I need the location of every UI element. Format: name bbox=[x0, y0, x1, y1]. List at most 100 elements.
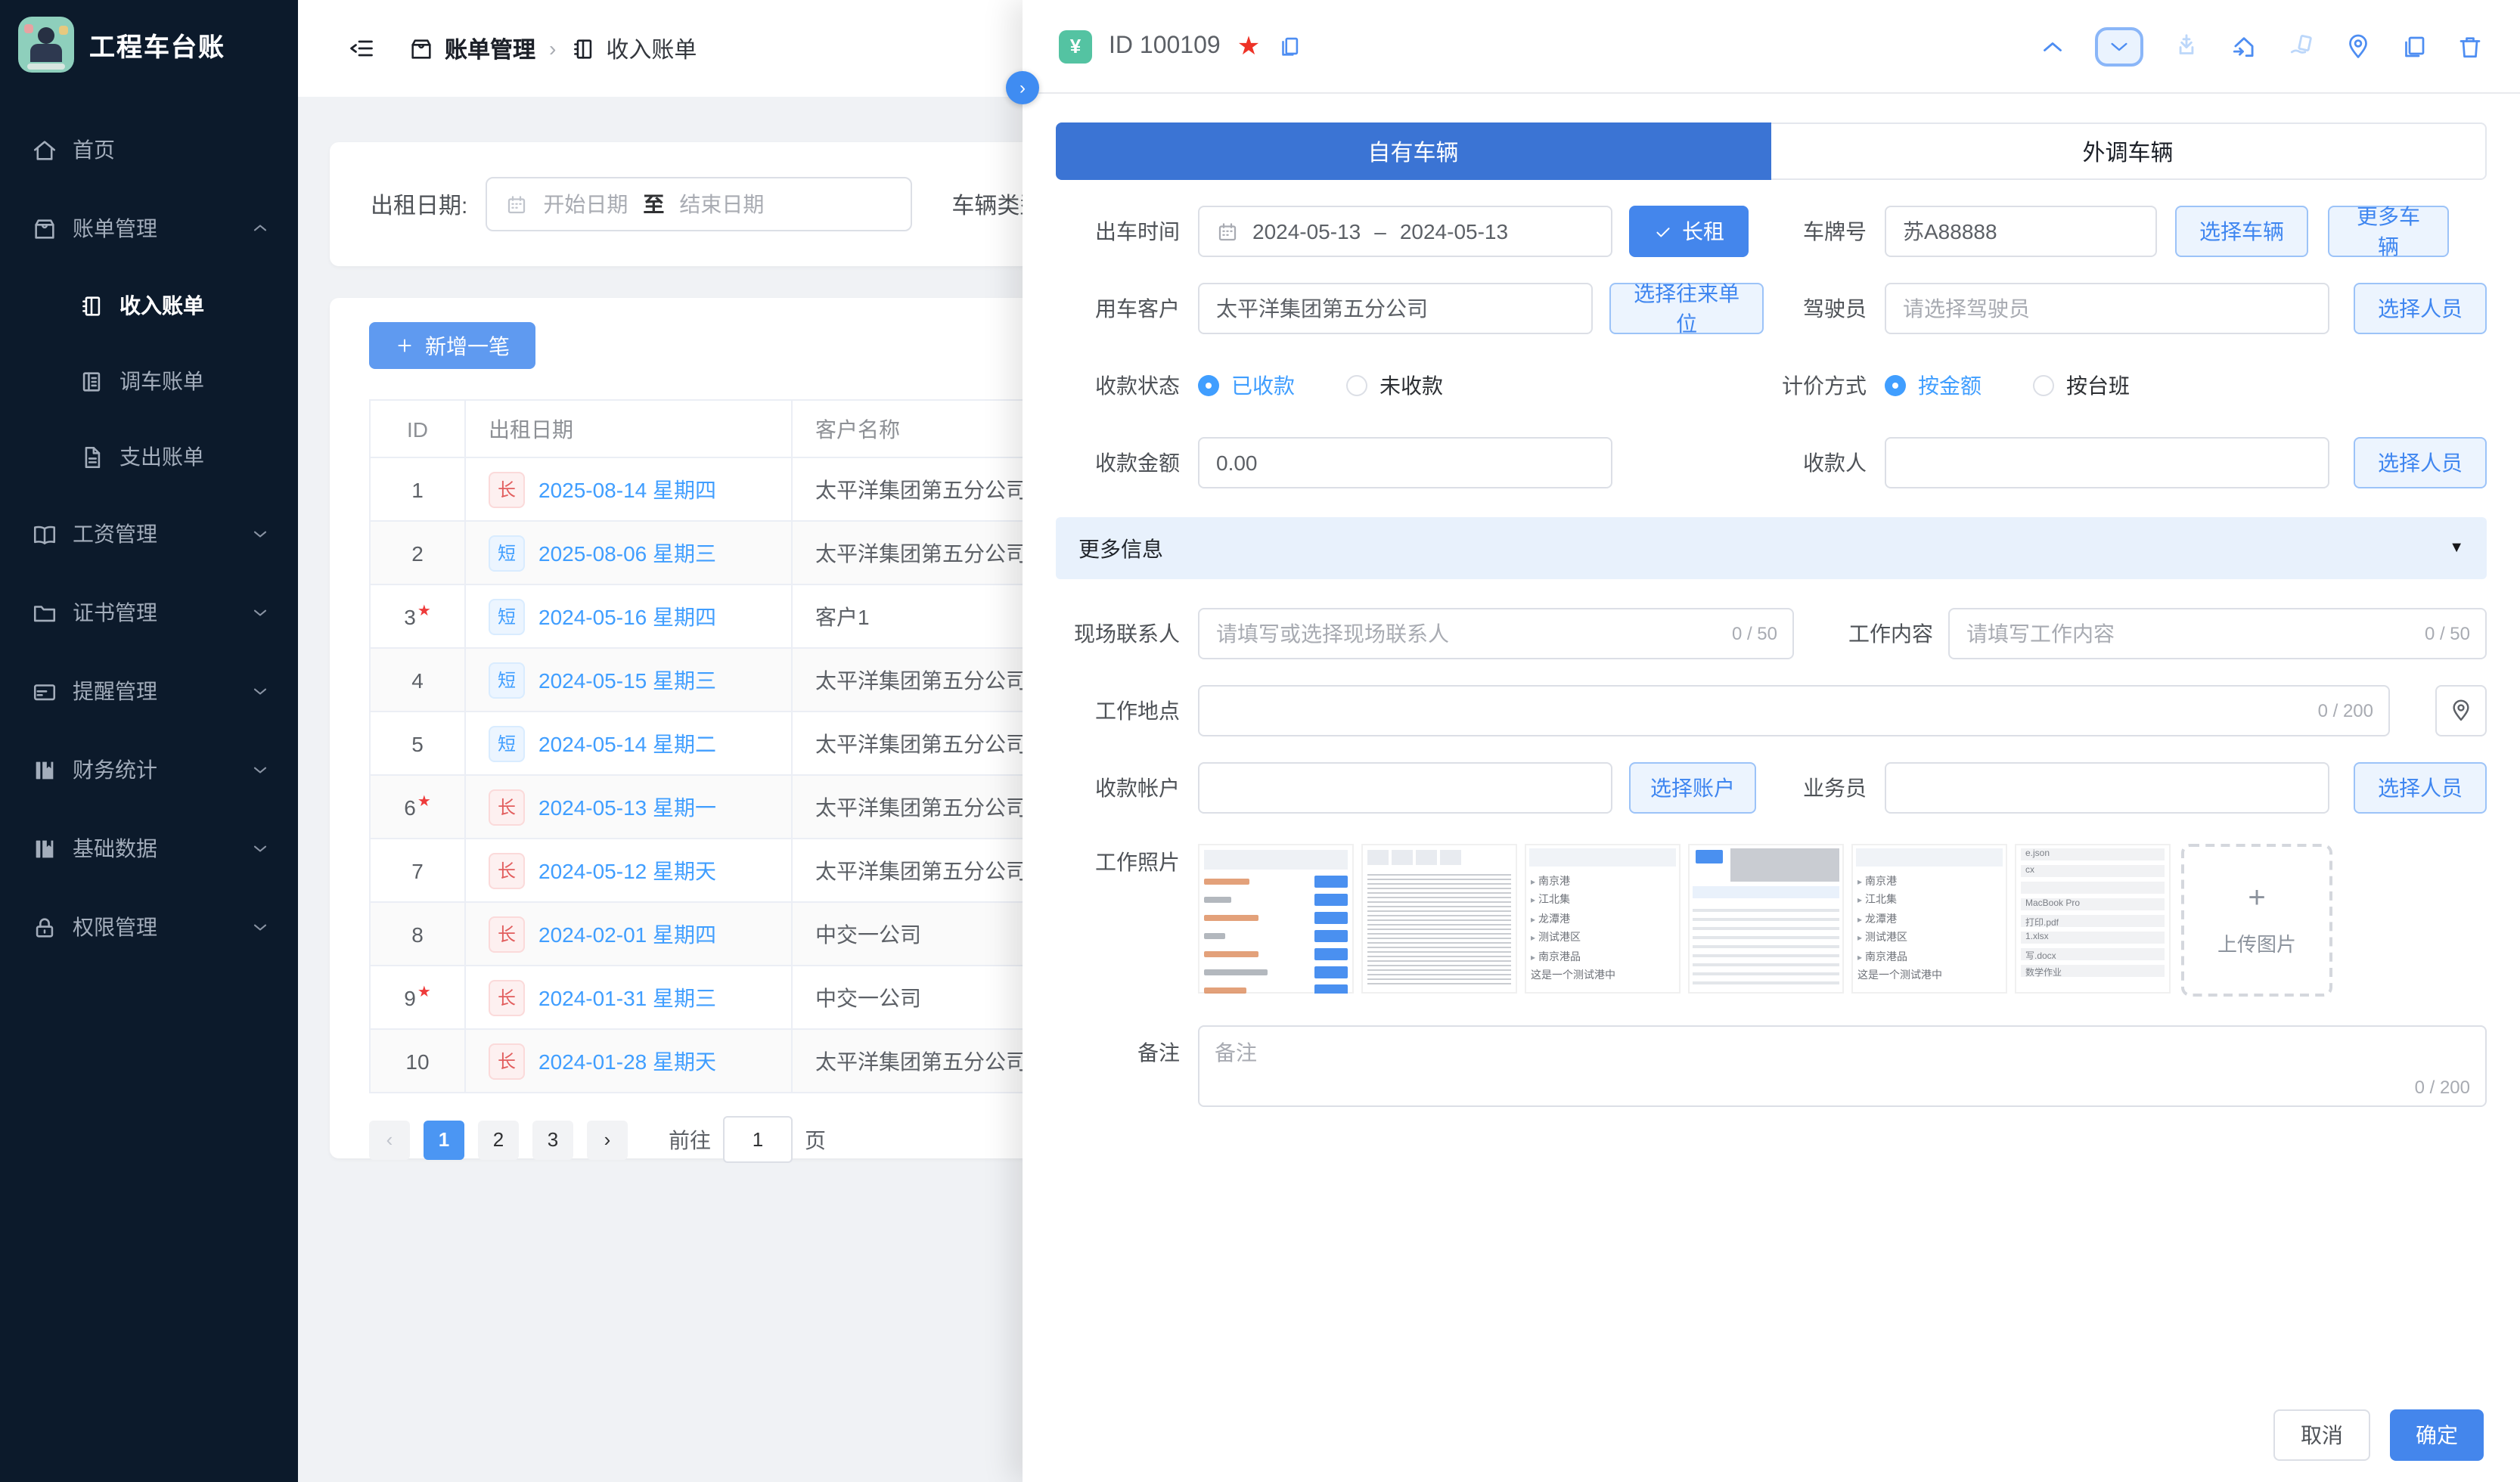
row-date-link[interactable]: 2025-08-14 星期四 bbox=[538, 474, 716, 504]
more-info-toggle[interactable]: 更多信息 ▼ bbox=[1056, 517, 2487, 579]
box-icon bbox=[408, 36, 434, 61]
rent-type-tag: 长 bbox=[489, 916, 525, 952]
payee-input[interactable] bbox=[1885, 437, 2329, 488]
sidebar-subitem-2[interactable]: 支出账单 bbox=[0, 419, 298, 495]
page-button-1[interactable]: 1 bbox=[424, 1120, 464, 1159]
work-photo-thumbnail-5[interactable]: e.jsoncx.MacBook Pro打印.pdf1.xlsx写.docx数学… bbox=[2015, 844, 2171, 994]
by-shift-radio[interactable]: 按台班 bbox=[2033, 370, 2130, 401]
upload-image-button[interactable]: + 上传图片 bbox=[2181, 844, 2332, 997]
select-account-button[interactable]: 选择账户 bbox=[1629, 762, 1756, 814]
plate-label: 车牌号 bbox=[1764, 216, 1867, 246]
sidebar-subitem-0[interactable]: 收入账单 bbox=[0, 268, 298, 343]
add-bill-button[interactable]: 新增一笔 bbox=[369, 322, 535, 369]
row-date-link[interactable]: 2024-05-16 星期四 bbox=[538, 601, 716, 631]
date-to-label: 至 bbox=[643, 189, 664, 219]
return-home-icon[interactable] bbox=[2230, 32, 2258, 60]
more-vehicle-button[interactable]: 更多车辆 bbox=[2328, 206, 2449, 257]
row-date-link[interactable]: 2024-05-15 星期三 bbox=[538, 665, 716, 695]
drawer-toggle-button[interactable]: › bbox=[1006, 71, 1039, 104]
copy-docs-icon[interactable] bbox=[2401, 33, 2428, 60]
work-photo-thumbnail-2[interactable]: ▸南京港▸江北集▸龙潭港▸测试港区▸南京港品这是一个测试港中 bbox=[1525, 844, 1681, 994]
rent-date-range-input[interactable]: 开始日期 至 结束日期 bbox=[486, 177, 912, 231]
by-amount-radio[interactable]: 按金额 bbox=[1885, 370, 1982, 401]
favorite-star-icon[interactable]: ★ bbox=[1237, 31, 1261, 61]
select-partner-button[interactable]: 选择往来单位 bbox=[1609, 283, 1764, 334]
prev-page-button[interactable]: ‹ bbox=[369, 1120, 410, 1159]
rent-type-tag: 长 bbox=[489, 1043, 525, 1079]
sidebar-item-3[interactable]: 证书管理 bbox=[0, 573, 298, 652]
photo-thumbnails: ▸南京港▸江北集▸龙潭港▸测试港区▸南京港品这是一个测试港中 ▸南京港▸江北集▸龙… bbox=[1198, 844, 2171, 994]
tab-own-vehicle[interactable]: 自有车辆 bbox=[1056, 122, 1771, 180]
unpaid-radio[interactable]: 未收款 bbox=[1346, 370, 1443, 401]
chevron-right-icon: › bbox=[1019, 77, 1026, 98]
sidebar-item-1[interactable]: 账单管理 bbox=[0, 189, 298, 268]
sidebar-item-2[interactable]: 工资管理 bbox=[0, 495, 298, 573]
cancel-button[interactable]: 取消 bbox=[2273, 1409, 2370, 1461]
star-icon: ★ bbox=[417, 984, 431, 1001]
site-contact-input[interactable]: 请填写或选择现场联系人 0 / 50 bbox=[1198, 608, 1794, 659]
sidebar-item-7[interactable]: 权限管理 bbox=[0, 888, 298, 966]
work-location-input[interactable]: 0 / 200 bbox=[1198, 685, 2390, 736]
location-icon[interactable] bbox=[2345, 33, 2372, 60]
customer-input[interactable]: 太平洋集团第五分公司 bbox=[1198, 283, 1593, 334]
sidebar-item-label: 权限管理 bbox=[73, 912, 250, 942]
page-button-2[interactable]: 2 bbox=[478, 1120, 519, 1159]
drawer-footer: 取消 确定 bbox=[1023, 1388, 2520, 1482]
sidebar-collapse-icon[interactable] bbox=[348, 35, 375, 62]
long-rent-label: 长租 bbox=[1682, 216, 1724, 246]
hand-card-icon[interactable] bbox=[2287, 32, 2316, 60]
select-salesman-button[interactable]: 选择人员 bbox=[2354, 762, 2487, 814]
work-photo-thumbnail-1[interactable] bbox=[1361, 844, 1517, 994]
row-date-link[interactable]: 2024-05-13 星期一 bbox=[538, 792, 716, 822]
delete-icon[interactable] bbox=[2456, 33, 2484, 60]
amount-input[interactable]: 0.00 bbox=[1198, 437, 1612, 488]
select-payee-button[interactable]: 选择人员 bbox=[2354, 437, 2487, 488]
goto-page-input[interactable] bbox=[723, 1116, 793, 1163]
card-icon bbox=[32, 678, 57, 704]
row-date-link[interactable]: 2024-05-14 星期二 bbox=[538, 728, 716, 758]
driver-placeholder: 请选择驾驶员 bbox=[1903, 293, 2030, 324]
next-page-button[interactable]: › bbox=[587, 1120, 628, 1159]
select-driver-button[interactable]: 选择人员 bbox=[2354, 283, 2487, 334]
tab-external-vehicle[interactable]: 外调车辆 bbox=[1771, 122, 2487, 180]
withdraw-money-icon[interactable] bbox=[2172, 32, 2201, 60]
remark-textarea[interactable]: 备注 0 / 200 bbox=[1198, 1025, 2487, 1107]
chevron-down-icon[interactable] bbox=[2095, 26, 2143, 66]
sidebar-item-0[interactable]: 首页 bbox=[0, 110, 298, 189]
work-photo-thumbnail-3[interactable] bbox=[1688, 844, 1844, 994]
page-button-3[interactable]: 3 bbox=[532, 1120, 573, 1159]
chevron-up-icon[interactable] bbox=[2039, 33, 2066, 60]
row-date-link[interactable]: 2025-08-06 星期三 bbox=[538, 538, 716, 568]
account-input[interactable] bbox=[1198, 762, 1612, 814]
sidebar-item-4[interactable]: 提醒管理 bbox=[0, 652, 298, 730]
paid-radio[interactable]: 已收款 bbox=[1198, 370, 1295, 401]
chevron-down-icon bbox=[250, 523, 271, 544]
select-vehicle-button[interactable]: 选择车辆 bbox=[2175, 206, 2308, 257]
long-rent-button[interactable]: 长租 bbox=[1629, 206, 1749, 257]
row-date-link[interactable]: 2024-05-12 星期天 bbox=[538, 855, 716, 885]
work-location-counter: 0 / 200 bbox=[2318, 700, 2373, 721]
breadcrumb-item-income[interactable]: 收入账单 bbox=[569, 33, 697, 64]
sidebar-item-5[interactable]: 财务统计 bbox=[0, 730, 298, 809]
departure-date-range-input[interactable]: 2024-05-13 – 2024-05-13 bbox=[1198, 206, 1612, 257]
copy-icon[interactable] bbox=[1277, 33, 1302, 59]
sidebar-item-6[interactable]: 基础数据 bbox=[0, 809, 298, 888]
row-date-link[interactable]: 2024-01-31 星期三 bbox=[538, 982, 716, 1012]
column-header-0: ID bbox=[370, 400, 465, 457]
row-id: 7 bbox=[370, 839, 465, 902]
confirm-button[interactable]: 确定 bbox=[2390, 1409, 2484, 1461]
plate-input[interactable]: 苏A88888 bbox=[1885, 206, 2157, 257]
app-logo-row: 工程车台账 bbox=[0, 0, 298, 89]
end-date-placeholder: 结束日期 bbox=[679, 189, 764, 219]
rent-type-tag: 短 bbox=[489, 598, 525, 634]
row-date-link[interactable]: 2024-01-28 星期天 bbox=[538, 1046, 716, 1076]
driver-input[interactable]: 请选择驾驶员 bbox=[1885, 283, 2329, 334]
map-location-button[interactable] bbox=[2435, 685, 2487, 736]
work-photo-thumbnail-0[interactable] bbox=[1198, 844, 1354, 994]
breadcrumb-item-bills[interactable]: 账单管理 bbox=[408, 33, 535, 64]
work-photo-thumbnail-4[interactable]: ▸南京港▸江北集▸龙潭港▸测试港区▸南京港品这是一个测试港中 bbox=[1851, 844, 2007, 994]
salesman-input[interactable] bbox=[1885, 762, 2329, 814]
sidebar-subitem-1[interactable]: 调车账单 bbox=[0, 343, 298, 419]
row-date-link[interactable]: 2024-02-01 星期四 bbox=[538, 919, 716, 949]
work-content-input[interactable]: 请填写工作内容 0 / 50 bbox=[1948, 608, 2487, 659]
